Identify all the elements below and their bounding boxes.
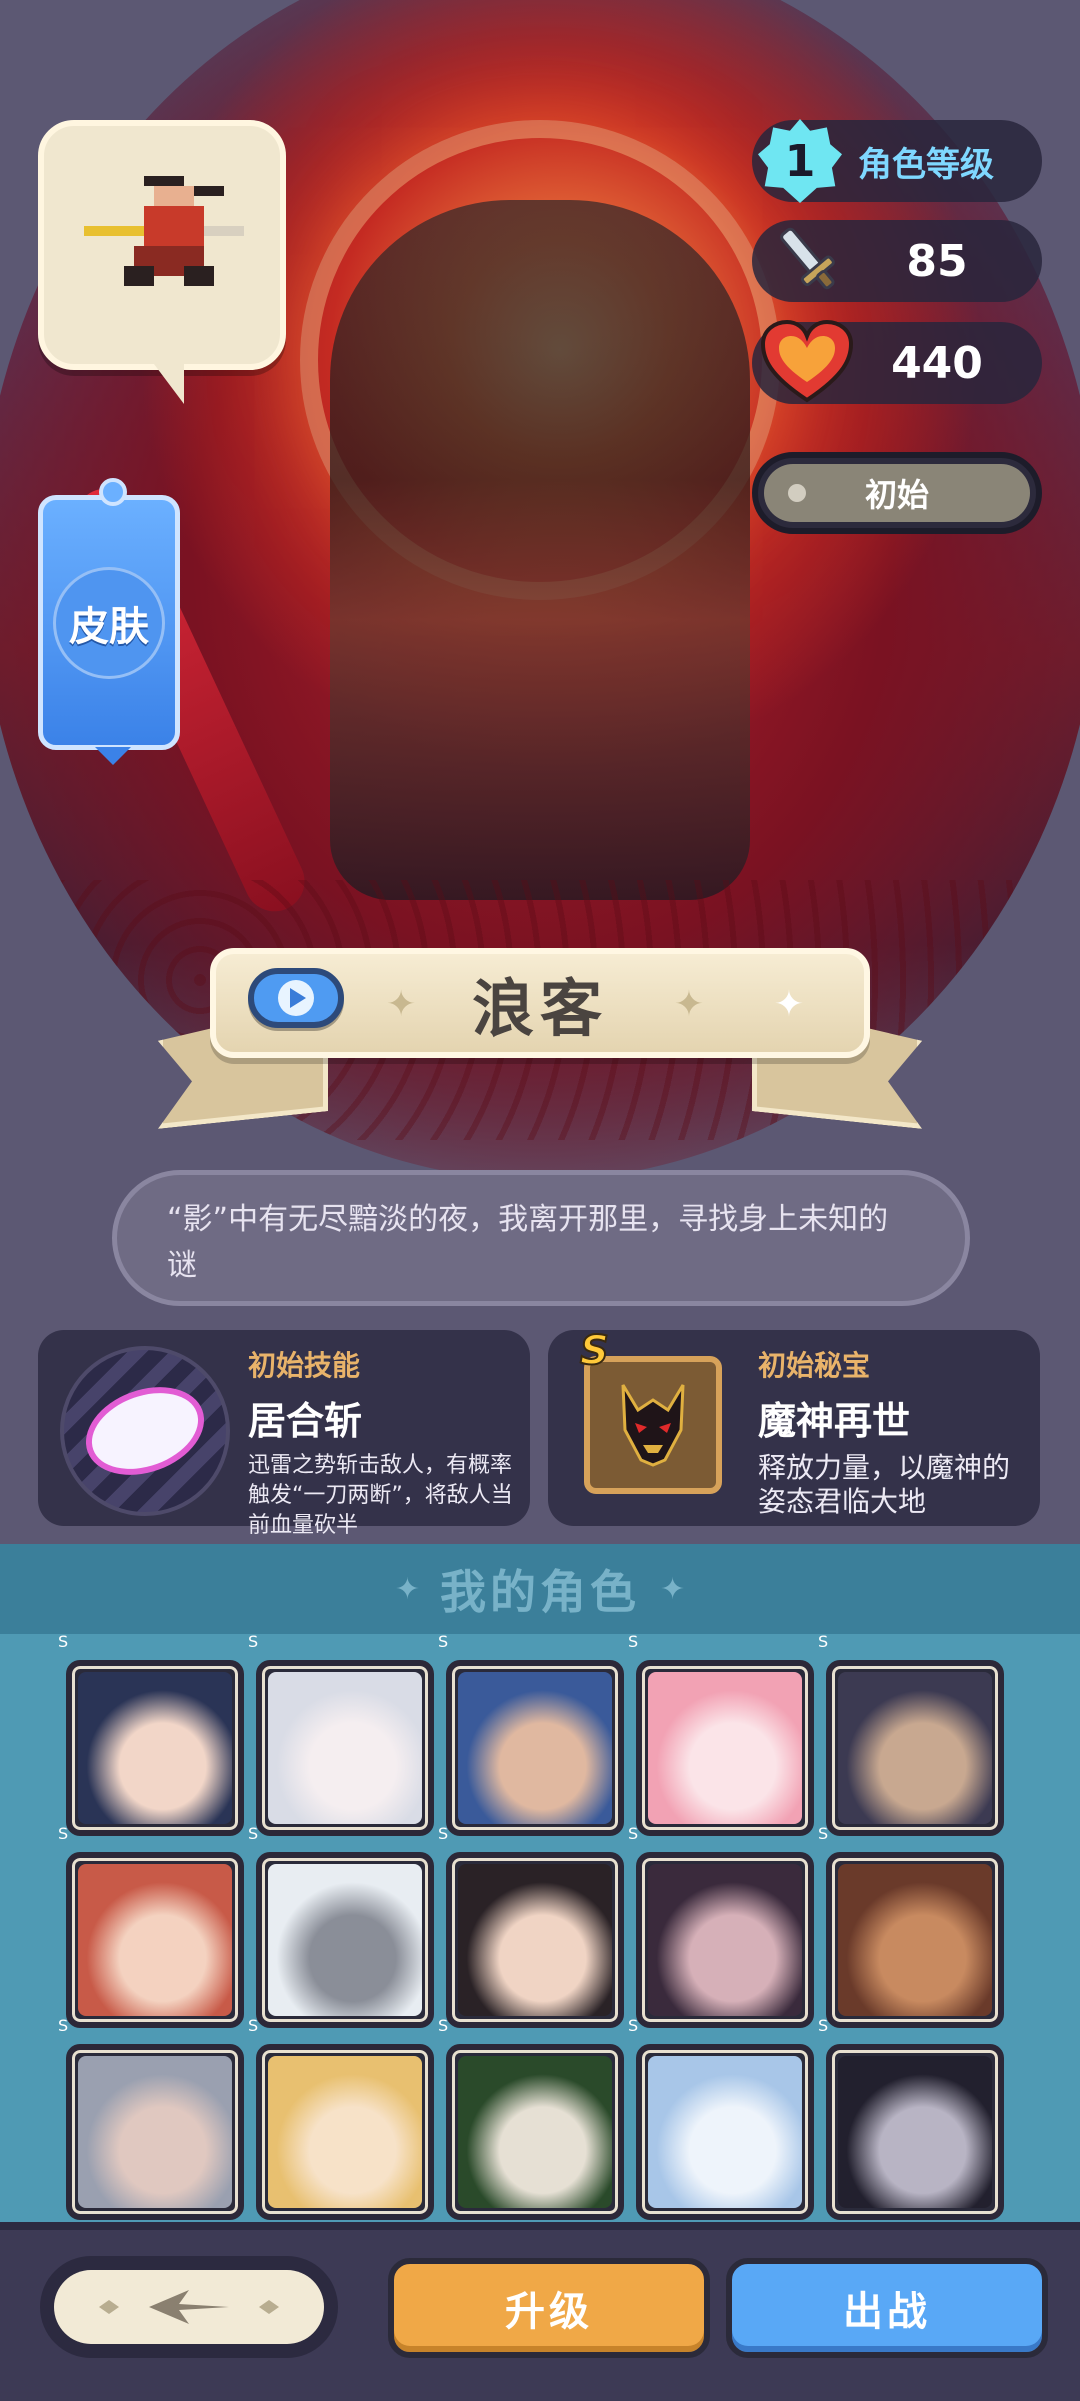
role-grade-badge: S	[818, 2016, 829, 2035]
role-portrait	[838, 1672, 992, 1824]
role-level-pill[interactable]: 1 角色等级	[752, 119, 1042, 203]
role-portrait	[648, 2056, 802, 2208]
role-card[interactable]	[636, 1852, 814, 2028]
pixel-portrait-card[interactable]	[38, 120, 286, 404]
role-portrait	[458, 1672, 612, 1824]
role-portrait	[458, 1864, 612, 2016]
role-card[interactable]	[66, 1852, 244, 2028]
status-label: 初始	[864, 476, 929, 514]
role-grade-badge: S	[628, 1824, 639, 1843]
role-portrait	[268, 2056, 422, 2208]
role-portrait	[648, 1672, 802, 1824]
deco-left-icon: ✦	[394, 1571, 420, 1607]
role-card[interactable]	[636, 2044, 814, 2220]
grade-badge: S	[579, 1327, 610, 1375]
role-card[interactable]	[446, 1660, 624, 1836]
role-card[interactable]	[446, 1852, 624, 2028]
role-grade-badge: S	[818, 1824, 829, 1843]
back-nav-button[interactable]	[40, 2256, 338, 2358]
role-grade-badge: S	[58, 1824, 69, 1843]
role-grade-badge: S	[438, 1632, 449, 1651]
role-card[interactable]	[66, 2044, 244, 2220]
hp-stat: 440	[752, 320, 1042, 404]
role-portrait	[838, 2056, 992, 2208]
role-grade-badge: S	[438, 2016, 449, 2035]
play-icon	[278, 980, 314, 1016]
role-portrait	[838, 1864, 992, 2016]
status-toggle[interactable]: 初始	[752, 452, 1042, 534]
role-portrait	[268, 1672, 422, 1824]
play-voice-button[interactable]	[248, 968, 344, 1028]
role-portrait	[78, 1864, 232, 2016]
treasure-type: 初始秘宝	[758, 1349, 871, 1382]
attack-stat: 85	[752, 220, 1042, 302]
role-grade-badge: S	[58, 2016, 69, 2035]
role-grade-badge: S	[438, 1824, 449, 1843]
role-portrait	[78, 2056, 232, 2208]
role-portrait	[78, 1672, 232, 1824]
role-card[interactable]	[66, 1660, 244, 1836]
role-grade-badge: S	[818, 1632, 829, 1651]
pixel-hero-icon	[84, 176, 244, 286]
role-card[interactable]	[256, 2044, 434, 2220]
sparkle-icon: ✦	[773, 984, 804, 1025]
role-portrait	[458, 2056, 612, 2208]
role-card[interactable]	[446, 2044, 624, 2220]
upgrade-button[interactable]: 升级	[388, 2258, 710, 2358]
skin-label: 皮肤	[53, 566, 165, 679]
heart-icon	[752, 320, 862, 404]
initial-skill-card[interactable]: 初始技能 居合斩 迅雷之势斩击敌人，有概率触发“一刀两断”，将敌人当前血量砍半	[38, 1330, 530, 1538]
role-grade-badge: S	[58, 1632, 69, 1651]
my-roles-header: ✦ 我的角色 ✦	[0, 1544, 1080, 1634]
ornament-left-icon: ✦	[386, 984, 417, 1025]
role-card[interactable]	[826, 1852, 1004, 2028]
skill-type: 初始技能	[248, 1349, 361, 1382]
role-card[interactable]	[826, 2044, 1004, 2220]
role-grade-badge: S	[628, 2016, 639, 2035]
slash-skill-icon	[60, 1346, 230, 1516]
role-card[interactable]	[826, 1660, 1004, 1836]
status-dot	[788, 484, 806, 502]
role-card[interactable]	[256, 1852, 434, 2028]
hero-name: 浪客	[471, 972, 608, 1045]
treasure-name: 魔神再世	[758, 1399, 911, 1443]
role-grade-badge: S	[628, 1632, 639, 1651]
level-label: 角色等级	[858, 144, 994, 185]
ornament-right-icon: ✦	[673, 984, 704, 1025]
sword-icon	[752, 220, 862, 302]
hp-value: 440	[891, 337, 983, 389]
skill-desc: 迅雷之势斩击敌人，有概率触发“一刀两断”，将敌人当前血量砍半	[248, 1453, 513, 1538]
role-portrait	[268, 1864, 422, 2016]
role-portrait	[648, 1864, 802, 2016]
role-card[interactable]	[636, 1660, 814, 1836]
skill-name: 居合斩	[248, 1399, 363, 1443]
role-grade-badge: S	[248, 2016, 259, 2035]
battle-button[interactable]: 出战	[726, 2258, 1048, 2358]
my-roles-title: 我的角色	[440, 1565, 640, 1619]
ornament-arrow-icon	[99, 2290, 279, 2324]
level-badge: 1	[758, 119, 842, 203]
hero-figure	[330, 200, 750, 900]
role-grade-badge: S	[248, 1632, 259, 1651]
initial-treasure-card[interactable]: S 初始秘宝 魔神再世 释放力量，以魔神的姿态君临大地	[548, 1327, 1040, 1526]
skin-button[interactable]: 皮肤	[38, 478, 180, 765]
hero-quote: “影”中有无尽黯淡的夜，我离开那里，寻找身上未知的谜	[112, 1170, 970, 1306]
demon-mask-icon	[584, 1356, 722, 1494]
role-grade-badge: S	[248, 1824, 259, 1843]
attack-value: 85	[906, 235, 968, 287]
treasure-desc: 释放力量，以魔神的姿态君临大地	[758, 1451, 1011, 1518]
role-card[interactable]	[256, 1660, 434, 1836]
deco-right-icon: ✦	[660, 1571, 686, 1607]
